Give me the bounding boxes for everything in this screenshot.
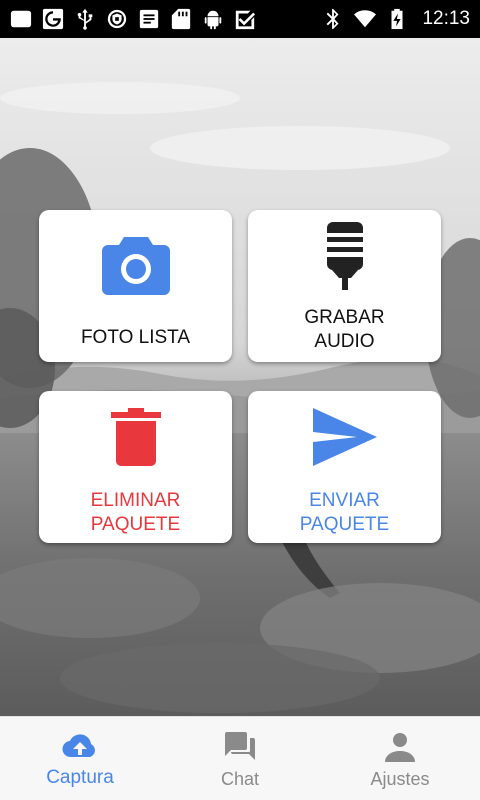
- google-icon: [42, 8, 64, 30]
- wifi-icon: [354, 8, 377, 30]
- status-time: 12:13: [422, 8, 470, 29]
- microphone-icon: [323, 220, 366, 292]
- eliminar-paquete-button[interactable]: ELIMINAR PAQUETE: [39, 391, 232, 543]
- nav-ajustes[interactable]: Ajustes: [320, 717, 480, 800]
- grabar-audio-label: GRABAR AUDIO: [304, 307, 385, 352]
- status-bar: 12:13: [0, 0, 480, 38]
- bottom-navigation: Captura Chat Ajustes: [0, 716, 480, 800]
- status-right-icons: 12:13: [322, 8, 470, 30]
- person-icon: [385, 731, 415, 763]
- image-icon: [10, 8, 32, 30]
- trash-icon: [110, 405, 161, 469]
- notes-icon: [138, 8, 160, 30]
- camera-icon: [101, 234, 170, 298]
- nav-chat-label: Chat: [220, 769, 260, 789]
- background-landscape-image: [0, 38, 480, 716]
- enviar-paquete-button[interactable]: ENVIAR PAQUETE: [248, 391, 441, 543]
- android-icon: [202, 8, 224, 30]
- foto-lista-label: FOTO LISTA: [80, 327, 191, 348]
- enviar-paquete-label: ENVIAR PAQUETE: [299, 490, 390, 535]
- usb-icon: [74, 8, 96, 30]
- foto-lista-button[interactable]: FOTO LISTA: [39, 210, 232, 362]
- nav-captura[interactable]: Captura: [0, 717, 160, 800]
- bluetooth-icon: [322, 8, 344, 30]
- status-left-icons: [10, 8, 256, 30]
- nav-ajustes-label: Ajustes: [370, 769, 430, 789]
- nav-captura-label: Captura: [46, 767, 114, 788]
- eliminar-paquete-label: ELIMINAR PAQUETE: [90, 490, 181, 535]
- cloud-upload-icon: [62, 731, 98, 763]
- nav-chat[interactable]: Chat: [160, 717, 320, 800]
- checkbox-icon: [234, 8, 256, 30]
- vpn-shield-icon: [106, 8, 128, 30]
- battery-charging-icon: [386, 8, 408, 30]
- sd-card-icon: [170, 8, 192, 30]
- grabar-audio-button[interactable]: GRABAR AUDIO: [248, 210, 441, 362]
- send-icon: [312, 405, 377, 469]
- chat-icon: [223, 731, 257, 763]
